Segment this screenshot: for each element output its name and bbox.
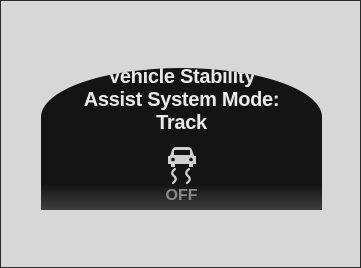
vsa-skid-icon: [168, 147, 196, 185]
message-line-2: Assist System Mode:: [83, 89, 280, 111]
message-line-1: Vehicle Stability: [107, 68, 256, 88]
screenshot-frame: Vehicle Stability Assist System Mode: Tr…: [0, 0, 361, 268]
message-line-3: Track: [156, 112, 207, 134]
instrument-display: Vehicle Stability Assist System Mode: Tr…: [41, 68, 322, 210]
vsa-off-label: OFF: [165, 187, 198, 204]
